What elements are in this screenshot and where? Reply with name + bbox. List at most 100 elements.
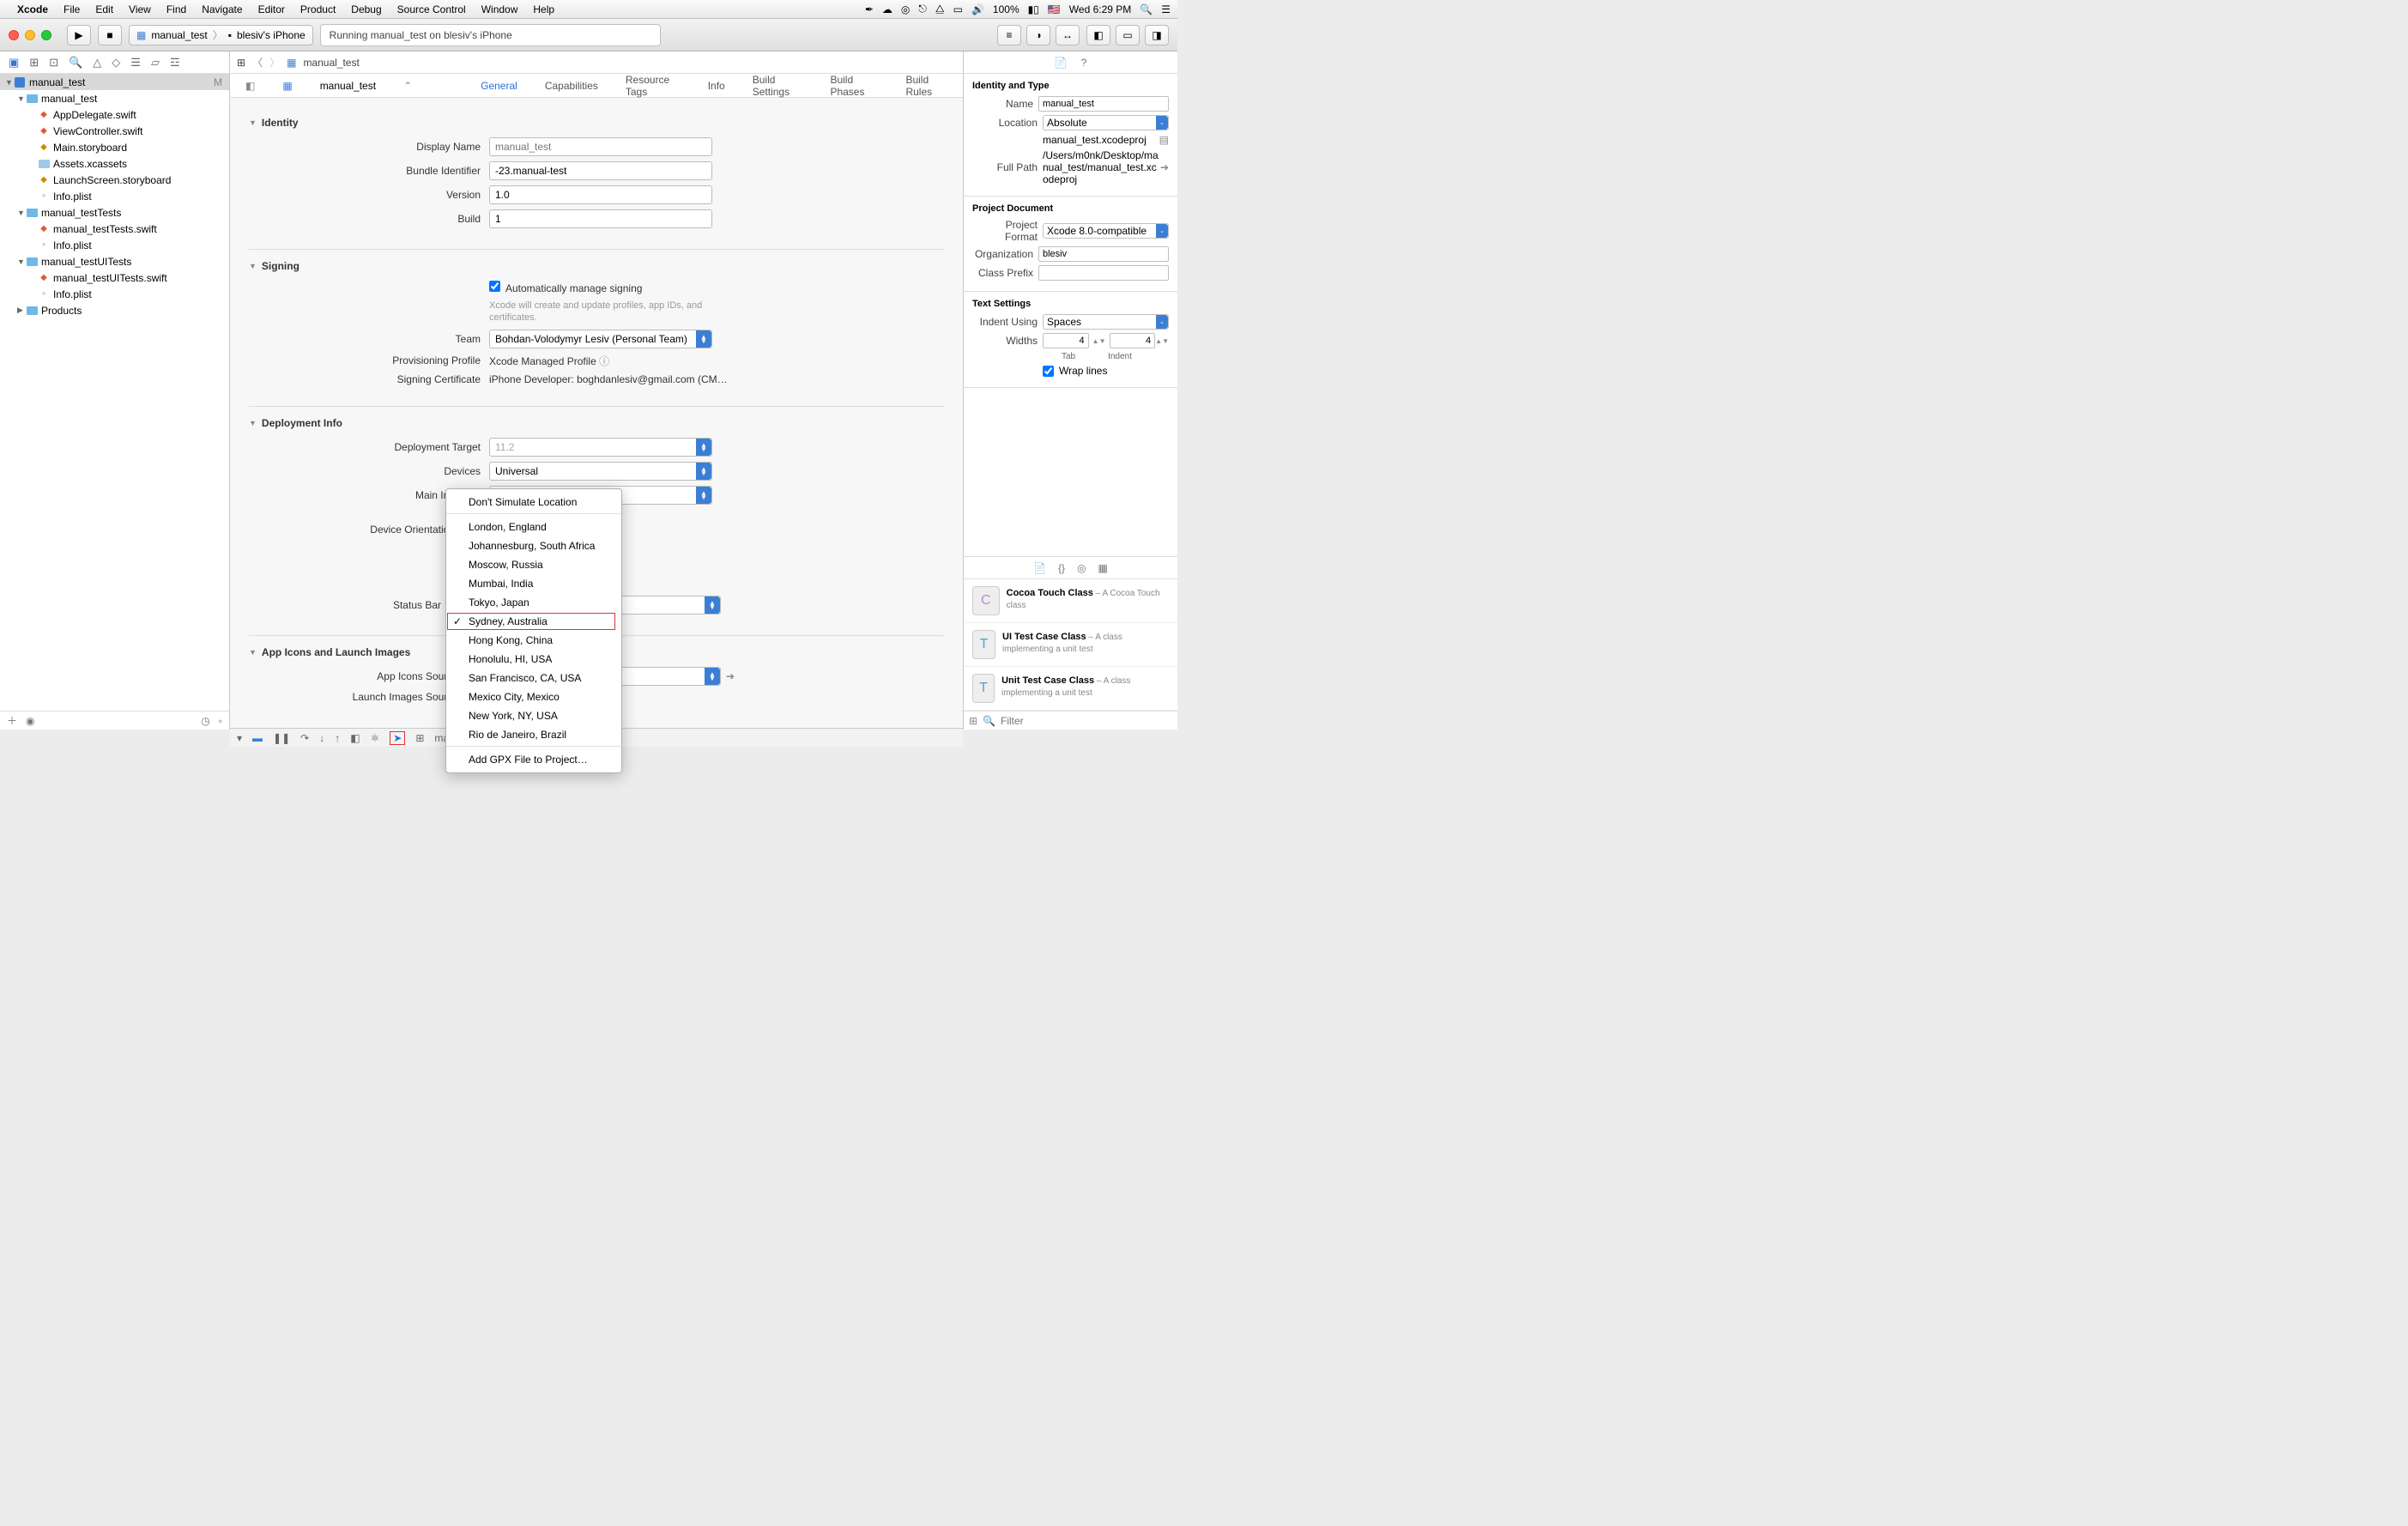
- menu-product[interactable]: Product: [300, 3, 336, 15]
- auto-signing-checkbox[interactable]: [489, 281, 500, 292]
- debug-nav-icon[interactable]: ☰: [130, 56, 141, 70]
- insp-name-input[interactable]: [1038, 96, 1169, 112]
- file-swift[interactable]: ◆ViewController.swift: [0, 123, 229, 139]
- scheme-selector[interactable]: ▦ manual_test 〉 ▪ blesiv's iPhone: [129, 25, 313, 45]
- info-icon[interactable]: ⓘ: [599, 355, 609, 367]
- wifi-icon[interactable]: ⧋: [935, 3, 945, 15]
- step-in-icon[interactable]: ↓: [319, 732, 324, 744]
- grid-view-icon[interactable]: ⊞: [969, 715, 977, 727]
- menu-editor[interactable]: Editor: [258, 3, 285, 15]
- back-button[interactable]: 〈: [252, 55, 263, 70]
- menu-view[interactable]: View: [129, 3, 151, 15]
- add-button[interactable]: ＋: [7, 713, 17, 728]
- file-swift[interactable]: ◆AppDelegate.swift: [0, 106, 229, 123]
- target-name[interactable]: manual_test: [320, 80, 376, 92]
- build-input[interactable]: [489, 209, 712, 228]
- location-menu-item[interactable]: London, England: [446, 518, 621, 536]
- notif-icon[interactable]: ☰: [1161, 3, 1171, 15]
- related-items-icon[interactable]: ⊞: [237, 57, 245, 69]
- file-swift[interactable]: ◆manual_testUITests.swift: [0, 269, 229, 286]
- step-over-icon[interactable]: ↷: [300, 732, 309, 744]
- project-nav-icon[interactable]: ▣: [9, 56, 19, 70]
- memory-graph-icon[interactable]: ⚛: [371, 732, 380, 744]
- status-icon[interactable]: ⎋: [918, 3, 927, 15]
- file-inspector-icon[interactable]: 📄: [1055, 57, 1068, 69]
- tab-info[interactable]: Info: [708, 80, 725, 92]
- close-button[interactable]: [9, 30, 19, 40]
- symbol-nav-icon[interactable]: ⊞: [29, 56, 39, 70]
- library-item[interactable]: CCocoa Touch Class – A Cocoa Touch class: [964, 579, 1177, 623]
- targets-toggle-icon[interactable]: ◧: [245, 80, 255, 92]
- file-plist[interactable]: ▫Info.plist: [0, 286, 229, 302]
- media-lib-icon[interactable]: ▦: [1098, 562, 1108, 574]
- stop-button[interactable]: ■: [98, 25, 122, 45]
- location-menu-item[interactable]: New York, NY, USA: [446, 706, 621, 725]
- team-select[interactable]: Bohdan-Volodymyr Lesiv (Personal Team)▲▼: [489, 330, 712, 348]
- toggle-inspector-button[interactable]: ◨: [1145, 25, 1169, 45]
- test-nav-icon[interactable]: ◇: [112, 56, 120, 70]
- search-icon[interactable]: 🔍: [69, 56, 82, 70]
- breakpoint-nav-icon[interactable]: ▱: [151, 56, 160, 70]
- organization-input[interactable]: [1038, 246, 1169, 262]
- file-plist[interactable]: ▫Info.plist: [0, 237, 229, 253]
- zoom-button[interactable]: [41, 30, 51, 40]
- menu-file[interactable]: File: [64, 3, 80, 15]
- group[interactable]: ▼manual_test: [0, 90, 229, 106]
- menu-window[interactable]: Window: [481, 3, 518, 15]
- project-root[interactable]: ▼ manual_test M: [0, 74, 229, 90]
- file-storyboard[interactable]: ◆Main.storyboard: [0, 139, 229, 155]
- menu-source-control[interactable]: Source Control: [397, 3, 466, 15]
- indent-width-input[interactable]: [1110, 333, 1156, 348]
- menu-edit[interactable]: Edit: [95, 3, 113, 15]
- toggle-debug-button[interactable]: ▭: [1116, 25, 1140, 45]
- location-menu-item[interactable]: Tokyo, Japan: [446, 593, 621, 612]
- breakpoints-icon[interactable]: ▬: [252, 732, 263, 744]
- minimize-button[interactable]: [25, 30, 35, 40]
- insp-location-select[interactable]: Absolute⌄: [1043, 115, 1169, 130]
- location-menu-item[interactable]: Honolulu, HI, USA: [446, 650, 621, 669]
- file-storyboard[interactable]: ◆LaunchScreen.storyboard: [0, 172, 229, 188]
- help-inspector-icon[interactable]: ?: [1081, 57, 1087, 69]
- location-menu-item[interactable]: Johannesburg, South Africa: [446, 536, 621, 555]
- location-menu-item[interactable]: Hong Kong, China: [446, 631, 621, 650]
- library-filter-input[interactable]: [1001, 715, 1172, 727]
- tab-build-settings[interactable]: Build Settings: [753, 74, 803, 98]
- wrap-lines-checkbox[interactable]: [1043, 366, 1054, 377]
- file-template-lib-icon[interactable]: 📄: [1033, 562, 1046, 574]
- location-menu-dont[interactable]: Don't Simulate Location: [446, 493, 621, 512]
- folder-icon[interactable]: ▤: [1159, 134, 1169, 146]
- menu-navigate[interactable]: Navigate: [202, 3, 242, 15]
- display-icon[interactable]: ▭: [953, 3, 963, 15]
- show-asset-icon[interactable]: ➔: [726, 670, 735, 682]
- location-menu-item[interactable]: Mexico City, Mexico: [446, 687, 621, 706]
- menu-help[interactable]: Help: [533, 3, 554, 15]
- object-lib-icon[interactable]: ◎: [1077, 562, 1086, 574]
- devices-select[interactable]: Universal▲▼: [489, 462, 712, 481]
- file-assets[interactable]: Assets.xcassets: [0, 155, 229, 172]
- toggle-navigator-button[interactable]: ◧: [1086, 25, 1110, 45]
- display-name-input[interactable]: [489, 137, 712, 156]
- status-icon[interactable]: ✒︎: [865, 3, 874, 15]
- step-out-icon[interactable]: ↑: [335, 732, 340, 744]
- tab-width-input[interactable]: [1043, 333, 1089, 348]
- simulate-location-button[interactable]: ➤: [390, 731, 405, 745]
- project-format-select[interactable]: Xcode 8.0-compatible⌄: [1043, 223, 1169, 239]
- flag-icon[interactable]: 🇺🇸: [1048, 3, 1061, 15]
- scm-icon[interactable]: ▫: [219, 715, 222, 727]
- tab-build-phases[interactable]: Build Phases: [830, 74, 878, 98]
- standard-editor-button[interactable]: ≡: [997, 25, 1021, 45]
- location-menu-item[interactable]: Rio de Janeiro, Brazil: [446, 725, 621, 744]
- version-input[interactable]: [489, 185, 712, 204]
- assistant-editor-button[interactable]: ◑: [1026, 25, 1050, 45]
- version-editor-button[interactable]: ↔: [1056, 25, 1080, 45]
- location-menu-item[interactable]: Moscow, Russia: [446, 555, 621, 574]
- forward-button[interactable]: 〉: [269, 55, 280, 70]
- recent-icon[interactable]: ◷: [201, 715, 209, 727]
- code-snippet-lib-icon[interactable]: {}: [1058, 562, 1065, 574]
- debug-view-icon[interactable]: ◧: [350, 732, 360, 744]
- issue-nav-icon[interactable]: △: [93, 56, 101, 70]
- report-nav-icon[interactable]: ☲: [170, 56, 180, 70]
- location-menu-item-selected[interactable]: Sydney, Australia: [446, 612, 616, 631]
- deployment-target-select[interactable]: 11.2▲▼: [489, 438, 712, 457]
- location-menu-add-gpx[interactable]: Add GPX File to Project…: [446, 750, 621, 769]
